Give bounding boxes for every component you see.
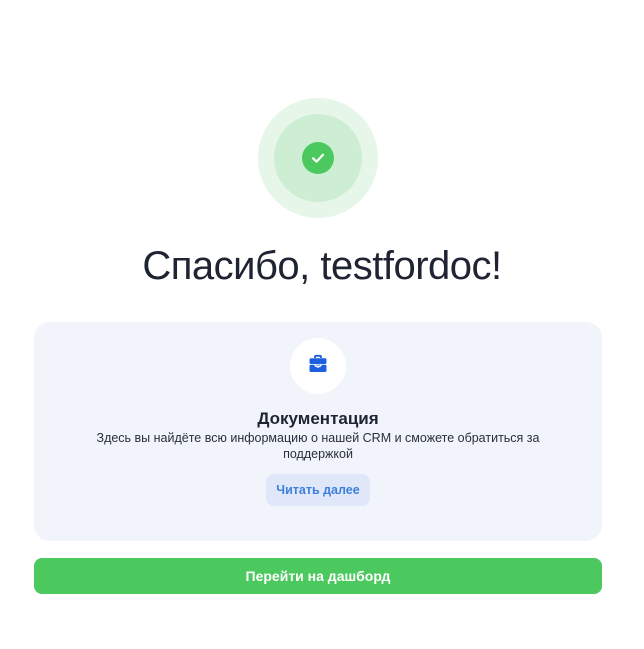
check-icon <box>302 142 334 174</box>
success-badge-ring <box>274 114 362 202</box>
success-badge <box>258 98 378 218</box>
documentation-description: Здесь вы найдёте всю информацию о нашей … <box>96 431 540 461</box>
page-title: Спасибо, testfordoc! <box>142 244 502 288</box>
briefcase-icon <box>307 353 329 380</box>
read-more-button[interactable]: Читать далее <box>266 474 370 506</box>
documentation-icon-circle <box>290 338 346 394</box>
documentation-title: Документация <box>257 409 379 428</box>
documentation-card: Документация Здесь вы найдёте всю информ… <box>34 322 602 541</box>
go-to-dashboard-button[interactable]: Перейти на дашборд <box>34 558 602 594</box>
